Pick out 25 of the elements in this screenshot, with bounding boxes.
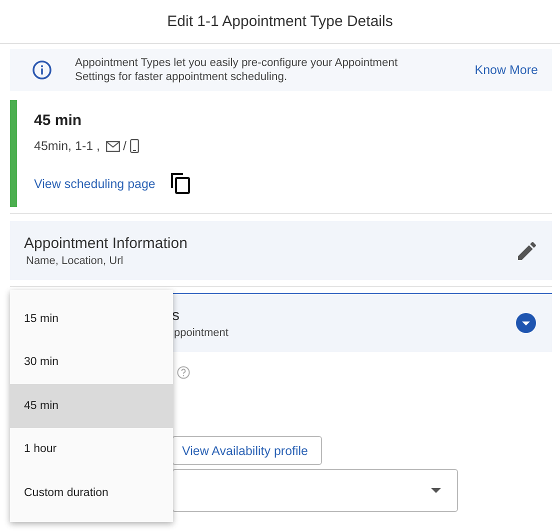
menu-option[interactable]: 15 min (10, 297, 173, 340)
section-subtitle: ppointment (174, 327, 228, 339)
phone-icon (130, 139, 138, 153)
select-field[interactable] (172, 469, 458, 512)
know-more-link[interactable]: Know More (474, 63, 538, 77)
pencil-icon[interactable] (518, 242, 536, 260)
info-icon (32, 60, 52, 80)
section-panel[interactable]: Appointment Information Name, Location, Url (10, 221, 552, 280)
section-subtitle: Name, Location, Url (26, 254, 124, 266)
copy-icon[interactable] (171, 173, 190, 194)
dropdown-icon[interactable] (516, 313, 536, 333)
menu-option[interactable]: Custom duration (10, 471, 173, 514)
caret-icon (431, 488, 441, 493)
menu-option[interactable]: 1 hour (10, 428, 173, 471)
section-title: s (172, 307, 180, 324)
availability-profile-button[interactable]: View Availability profile (172, 436, 322, 465)
scheduling-page-link[interactable]: View scheduling page (34, 176, 156, 190)
menu-option[interactable]: 45 min (10, 384, 173, 428)
details-text: 45min, 1-1 , (34, 139, 100, 153)
window-title: Edit 1-1 Appointment Type Details (167, 13, 393, 30)
duration-title: 45 min (34, 112, 83, 129)
section-title: Appointment Information (24, 234, 188, 252)
banner-text: Appointment Types let you easily pre-configure your Appointment Settings for faster appointment scheduling. (75, 56, 399, 84)
mail-icon (106, 140, 120, 152)
separator-text: / (123, 139, 126, 153)
